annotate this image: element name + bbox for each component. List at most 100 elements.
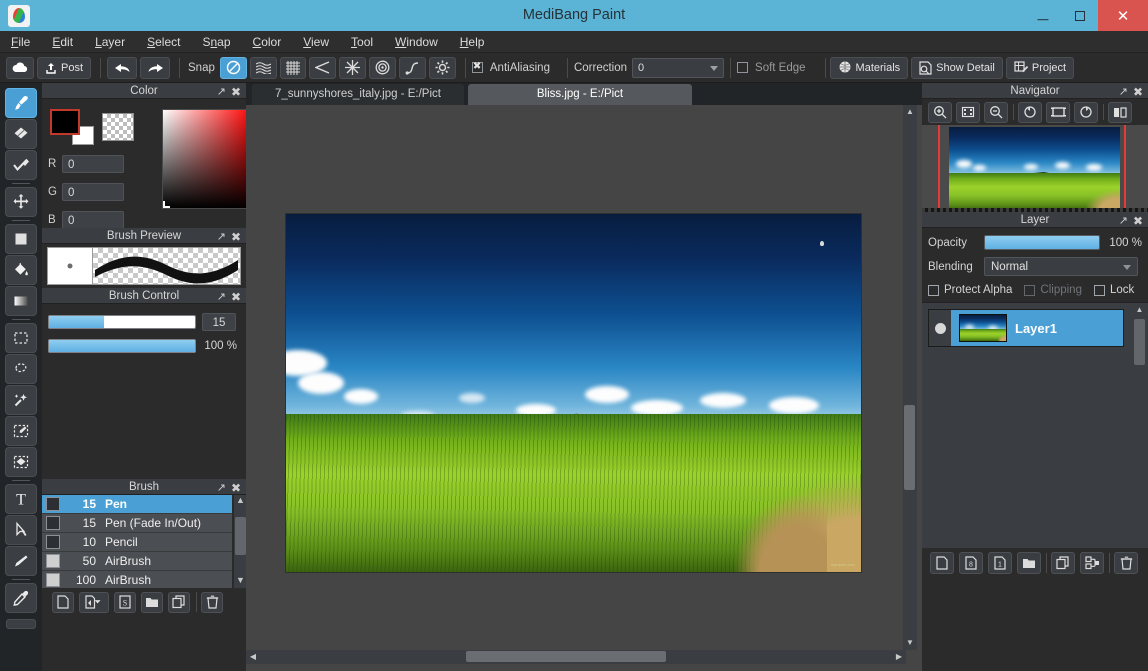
rect-select-tool[interactable] — [5, 323, 37, 353]
popout-icon[interactable]: ↗ — [1119, 84, 1128, 100]
eyedropper-tool[interactable] — [5, 583, 37, 613]
close-icon[interactable]: ✖ — [231, 229, 241, 245]
list-item[interactable]: 15 Pen (Fade In/Out) — [42, 514, 232, 533]
add-8bit-layer-icon[interactable]: 8 — [959, 552, 983, 574]
menu-color[interactable]: Color — [242, 31, 293, 53]
cloud-button[interactable] — [6, 56, 34, 79]
scroll-thumb[interactable] — [1134, 319, 1145, 365]
new-brush-icon[interactable] — [52, 591, 74, 613]
close-icon[interactable]: ✖ — [231, 289, 241, 305]
rotate-right-icon[interactable] — [1074, 101, 1098, 123]
brush-tool[interactable] — [5, 88, 37, 118]
select-brush-tool[interactable] — [5, 416, 37, 446]
list-item[interactable]: 15 Pen — [42, 495, 232, 514]
minimize-button[interactable] — [1024, 0, 1061, 31]
scroll-thumb[interactable] — [466, 651, 666, 662]
popout-icon[interactable]: ↗ — [217, 480, 226, 496]
maximize-button[interactable] — [1061, 0, 1098, 31]
duplicate-layer-icon[interactable] — [1051, 552, 1075, 574]
merge-layer-icon[interactable] — [1080, 552, 1104, 574]
lock-checkbox[interactable]: Lock — [1093, 284, 1134, 296]
scroll-up-icon[interactable]: ▲ — [234, 495, 246, 508]
reset-view-icon[interactable] — [1046, 101, 1070, 123]
clipping-checkbox[interactable]: Clipping — [1024, 284, 1082, 296]
menu-window[interactable]: Window — [384, 31, 449, 53]
list-item[interactable]: 100 AirBrush — [42, 571, 232, 588]
scroll-down-icon[interactable]: ▼ — [234, 575, 246, 588]
menu-file[interactable]: File — [0, 31, 41, 53]
navigator-thumbnail[interactable] — [922, 125, 1148, 212]
snap-vanishing-icon[interactable] — [308, 56, 336, 79]
folder-icon[interactable] — [1017, 552, 1041, 574]
snap-concentric-icon[interactable] — [368, 56, 396, 79]
list-item[interactable]: 10 Pencil — [42, 533, 232, 552]
saturation-value-field[interactable] — [162, 109, 254, 209]
snap-radial-icon[interactable] — [338, 56, 366, 79]
gradient-tool[interactable] — [5, 286, 37, 316]
popout-icon[interactable]: ↗ — [1119, 213, 1128, 229]
menu-select[interactable]: Select — [136, 31, 191, 53]
hand-tool[interactable] — [5, 546, 37, 576]
add-layer-icon[interactable] — [930, 552, 954, 574]
soft-edge-checkbox[interactable]: Soft Edge — [737, 62, 811, 74]
snap-none-icon[interactable] — [219, 56, 247, 79]
tool-expand-handle[interactable] — [6, 619, 36, 629]
list-item[interactable]: Layer1 — [928, 309, 1124, 347]
project-button[interactable]: Project — [1005, 56, 1075, 79]
move-tool[interactable] — [5, 187, 37, 217]
lasso-select-tool[interactable] — [5, 354, 37, 384]
brush-opacity-slider[interactable] — [48, 339, 196, 353]
delete-brush-icon[interactable] — [201, 591, 223, 613]
folder-icon[interactable] — [141, 591, 163, 613]
fit-screen-icon[interactable] — [956, 101, 980, 123]
menu-layer[interactable]: Layer — [84, 31, 136, 53]
brush-list-scrollbar[interactable]: ▲ ▼ — [233, 495, 246, 588]
undo-button[interactable] — [107, 56, 138, 79]
protect-alpha-checkbox[interactable]: Protect Alpha — [928, 284, 1012, 296]
close-icon[interactable]: ✖ — [231, 480, 241, 496]
blue-input[interactable]: 0 — [62, 211, 124, 229]
red-input[interactable]: 0 — [62, 155, 124, 173]
fill-rect-tool[interactable] — [5, 224, 37, 254]
snap-settings-icon[interactable] — [428, 56, 456, 79]
scroll-thumb[interactable] — [235, 517, 246, 555]
close-icon[interactable]: ✖ — [1133, 84, 1143, 100]
delete-layer-icon[interactable] — [1114, 552, 1138, 574]
brush-size-slider[interactable] — [48, 315, 196, 329]
menu-view[interactable]: View — [292, 31, 340, 53]
brush-size-value[interactable]: 15 — [202, 313, 236, 331]
duplicate-brush-icon[interactable] — [79, 591, 109, 613]
eraser-tool[interactable] — [5, 119, 37, 149]
close-button[interactable]: ✕ — [1098, 0, 1148, 31]
text-tool[interactable]: T — [5, 484, 37, 514]
close-icon[interactable]: ✖ — [1133, 213, 1143, 229]
canvas-vertical-scrollbar[interactable]: ▲ ▼ — [903, 105, 917, 650]
redo-button[interactable] — [140, 56, 171, 79]
popout-icon[interactable]: ↗ — [217, 229, 226, 245]
post-button[interactable]: Post — [37, 56, 92, 79]
script-brush-icon[interactable]: S — [114, 591, 136, 613]
menu-tool[interactable]: Tool — [340, 31, 384, 53]
snap-curve-icon[interactable] — [398, 56, 426, 79]
select-eraser-tool[interactable] — [5, 447, 37, 477]
layer-visibility-toggle[interactable] — [929, 310, 951, 346]
flip-horizontal-icon[interactable] — [1108, 101, 1132, 123]
operation-tool[interactable] — [5, 515, 37, 545]
zoom-in-icon[interactable] — [928, 101, 952, 123]
foreground-color-swatch[interactable] — [50, 109, 80, 135]
add-1bit-layer-icon[interactable]: 1 — [988, 552, 1012, 574]
layer-list-scrollbar[interactable]: ▲ — [1133, 305, 1146, 547]
scroll-up-icon[interactable]: ▲ — [1133, 305, 1146, 318]
blending-dropdown[interactable]: Normal — [984, 257, 1138, 276]
menu-edit[interactable]: Edit — [41, 31, 84, 53]
antialiasing-checkbox[interactable]: AntiAliasing — [471, 61, 555, 74]
tab-bliss[interactable]: Bliss.jpg - E:/Pict — [468, 84, 692, 105]
copy-brush-icon[interactable] — [168, 591, 190, 613]
snap-grid-icon[interactable] — [279, 56, 306, 79]
layer-list[interactable]: Layer1 ▲ — [922, 302, 1148, 548]
blend-tool[interactable] — [5, 150, 37, 180]
snap-parallel-icon[interactable] — [249, 56, 277, 79]
menu-snap[interactable]: Snap — [191, 31, 241, 53]
green-input[interactable]: 0 — [62, 183, 124, 201]
layer-opacity-slider[interactable] — [984, 235, 1100, 250]
